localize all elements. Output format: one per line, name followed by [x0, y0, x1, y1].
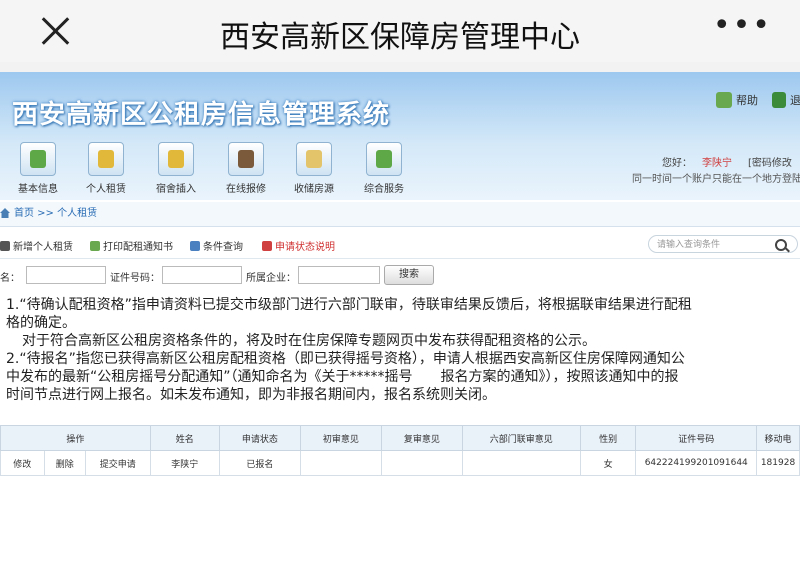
- nav-label: 宿舍插入: [156, 184, 196, 195]
- housing-storage-icon: [296, 142, 332, 176]
- logout-icon[interactable]: [772, 92, 786, 108]
- status-explain-label: 申请状态说明: [275, 242, 335, 253]
- breadcrumb: 首页 >> 个人租赁: [0, 202, 800, 227]
- desc-line: 格的确定。: [6, 315, 76, 331]
- nav-item-general-service[interactable]: 综合服务: [354, 142, 414, 195]
- nav-label: 在线报修: [226, 184, 266, 195]
- breadcrumb-text[interactable]: 首页 >> 个人租赁: [14, 202, 97, 226]
- user-info: 您好： 李陕宁 [密码修改: [662, 154, 792, 169]
- dorm-insert-icon: [158, 142, 194, 176]
- nav-item-online-repair[interactable]: 在线报修: [216, 142, 276, 195]
- online-repair-icon: [228, 142, 264, 176]
- nav-label: 个人租赁: [86, 184, 126, 195]
- page-title: 西安高新区保障房管理中心: [220, 20, 580, 55]
- col-id-number: 证件号码: [635, 425, 758, 451]
- name-filter-label: 名：: [0, 273, 20, 284]
- cell-phone: 181928: [756, 450, 800, 476]
- more-icon[interactable]: •••: [713, 8, 772, 43]
- print-notice-label: 打印配租通知书: [103, 242, 173, 253]
- condition-query-button[interactable]: 条件查询: [190, 238, 243, 253]
- submit-application-link[interactable]: 提交申请: [84, 450, 151, 476]
- cell-gender: 女: [579, 450, 637, 476]
- search-icon[interactable]: [775, 239, 787, 251]
- help-link[interactable]: 帮助: [716, 92, 758, 108]
- id-filter-label: 证件号码：: [110, 273, 160, 284]
- nav-label: 基本信息: [18, 184, 58, 195]
- col-name: 姓名: [149, 425, 220, 451]
- search-placeholder: 请输入查询条件: [657, 240, 721, 250]
- col-gender: 性别: [579, 425, 637, 451]
- print-notice-button[interactable]: 打印配租通知书: [90, 238, 173, 253]
- new-rental-button[interactable]: 新增个人租赁: [0, 238, 73, 253]
- general-service-icon: [366, 142, 402, 176]
- password-change-link[interactable]: [密码修改: [748, 158, 792, 169]
- nav-label: 综合服务: [364, 184, 404, 195]
- col-first-review: 初审意见: [299, 425, 382, 451]
- status-icon: [262, 240, 272, 251]
- desc-line: 1.“待确认配租资格”指申请资料已提交市级部门进行六部门联审，待联审结果反馈后，…: [6, 297, 692, 313]
- cell-id-number: 642224199201091644: [635, 450, 758, 476]
- company-filter-input[interactable]: [298, 266, 380, 284]
- rental-table: 操作 姓名 申请状态 初审意见 复审意见 六部门联审意见 性别 证件号码 移动电…: [0, 425, 800, 476]
- name-filter-input[interactable]: [26, 266, 106, 284]
- cell-first-review: [299, 450, 382, 476]
- id-filter-input[interactable]: [162, 266, 242, 284]
- col-status: 申请状态: [218, 425, 301, 451]
- cell-second-review: [380, 450, 463, 476]
- new-rental-label: 新增个人租赁: [13, 242, 73, 253]
- desc-line: 2.“待报名”指您已获得高新区公租房配租资格（即已获得摇号资格），申请人根据西安…: [6, 351, 685, 367]
- col-joint-review: 六部门联审意见: [461, 425, 581, 451]
- basic-info-icon: [20, 142, 56, 176]
- print-icon: [90, 240, 100, 251]
- user-name: 李陕宁: [702, 158, 732, 169]
- add-icon: [0, 240, 10, 251]
- help-icon: [716, 92, 732, 108]
- table-header-row: 操作 姓名 申请状态 初审意见 复审意见 六部门联审意见 性别 证件号码 移动电: [0, 425, 800, 451]
- nav-item-dorm-insert[interactable]: 宿舍插入: [146, 142, 206, 195]
- wechat-topbar: 西安高新区保障房管理中心 •••: [0, 0, 800, 62]
- search-input[interactable]: 请输入查询条件: [648, 235, 798, 253]
- greeting: 您好：: [662, 158, 692, 169]
- system-header: 西安高新区公租房信息管理系统 帮助 退 基本信息 个人租赁 宿舍插入 在线报修: [0, 72, 800, 200]
- nav-item-personal-rental[interactable]: 个人租赁: [76, 142, 136, 195]
- delete-link[interactable]: 删除: [43, 450, 86, 476]
- col-operation: 操作: [0, 425, 151, 451]
- system-title: 西安高新区公租房信息管理系统: [12, 100, 391, 130]
- company-filter-label: 所属企业：: [246, 273, 296, 284]
- desc-line: 时间节点进行网上报名。如未发布通知，即为非报名期间内，报名系统则关闭。: [6, 387, 496, 403]
- search-button[interactable]: 搜索: [384, 265, 434, 285]
- cell-name: 李陕宁: [149, 450, 220, 476]
- help-label: 帮助: [736, 94, 758, 107]
- filter-bar: 名： 证件号码： 所属企业： 搜索: [0, 262, 800, 288]
- col-phone: 移动电: [756, 425, 800, 451]
- login-notice: 同一时间一个账户只能在一个地方登陆: [632, 174, 800, 185]
- personal-rental-icon: [88, 142, 124, 176]
- desc-line: 中发布的最新“公租房摇号分配通知”（通知命名为《关于*****摇号 报名方案的通…: [6, 369, 679, 385]
- nav-item-housing-storage[interactable]: 收储房源: [284, 142, 344, 195]
- cell-joint-review: [461, 450, 581, 476]
- table-row: 修改 删除 提交申请 李陕宁 已报名 女 642224199201091644 …: [0, 450, 800, 476]
- col-second-review: 复审意见: [380, 425, 463, 451]
- query-icon: [190, 240, 200, 251]
- status-explain-button[interactable]: 申请状态说明: [262, 238, 335, 253]
- desc-line: 对于符合高新区公租房资格条件的，将及时在住房保障专题网页中发布获得配租资格的公示…: [22, 333, 596, 349]
- logout-label[interactable]: 退: [790, 92, 800, 108]
- cell-status: 已报名: [218, 450, 301, 476]
- condition-query-label: 条件查询: [203, 242, 243, 253]
- app-window: 西安高新区公租房信息管理系统 帮助 退 基本信息 个人租赁 宿舍插入 在线报修: [0, 72, 800, 573]
- nav-item-basic-info[interactable]: 基本信息: [8, 142, 68, 195]
- home-icon[interactable]: [0, 208, 10, 218]
- edit-link[interactable]: 修改: [0, 450, 45, 476]
- nav-label: 收储房源: [294, 184, 334, 195]
